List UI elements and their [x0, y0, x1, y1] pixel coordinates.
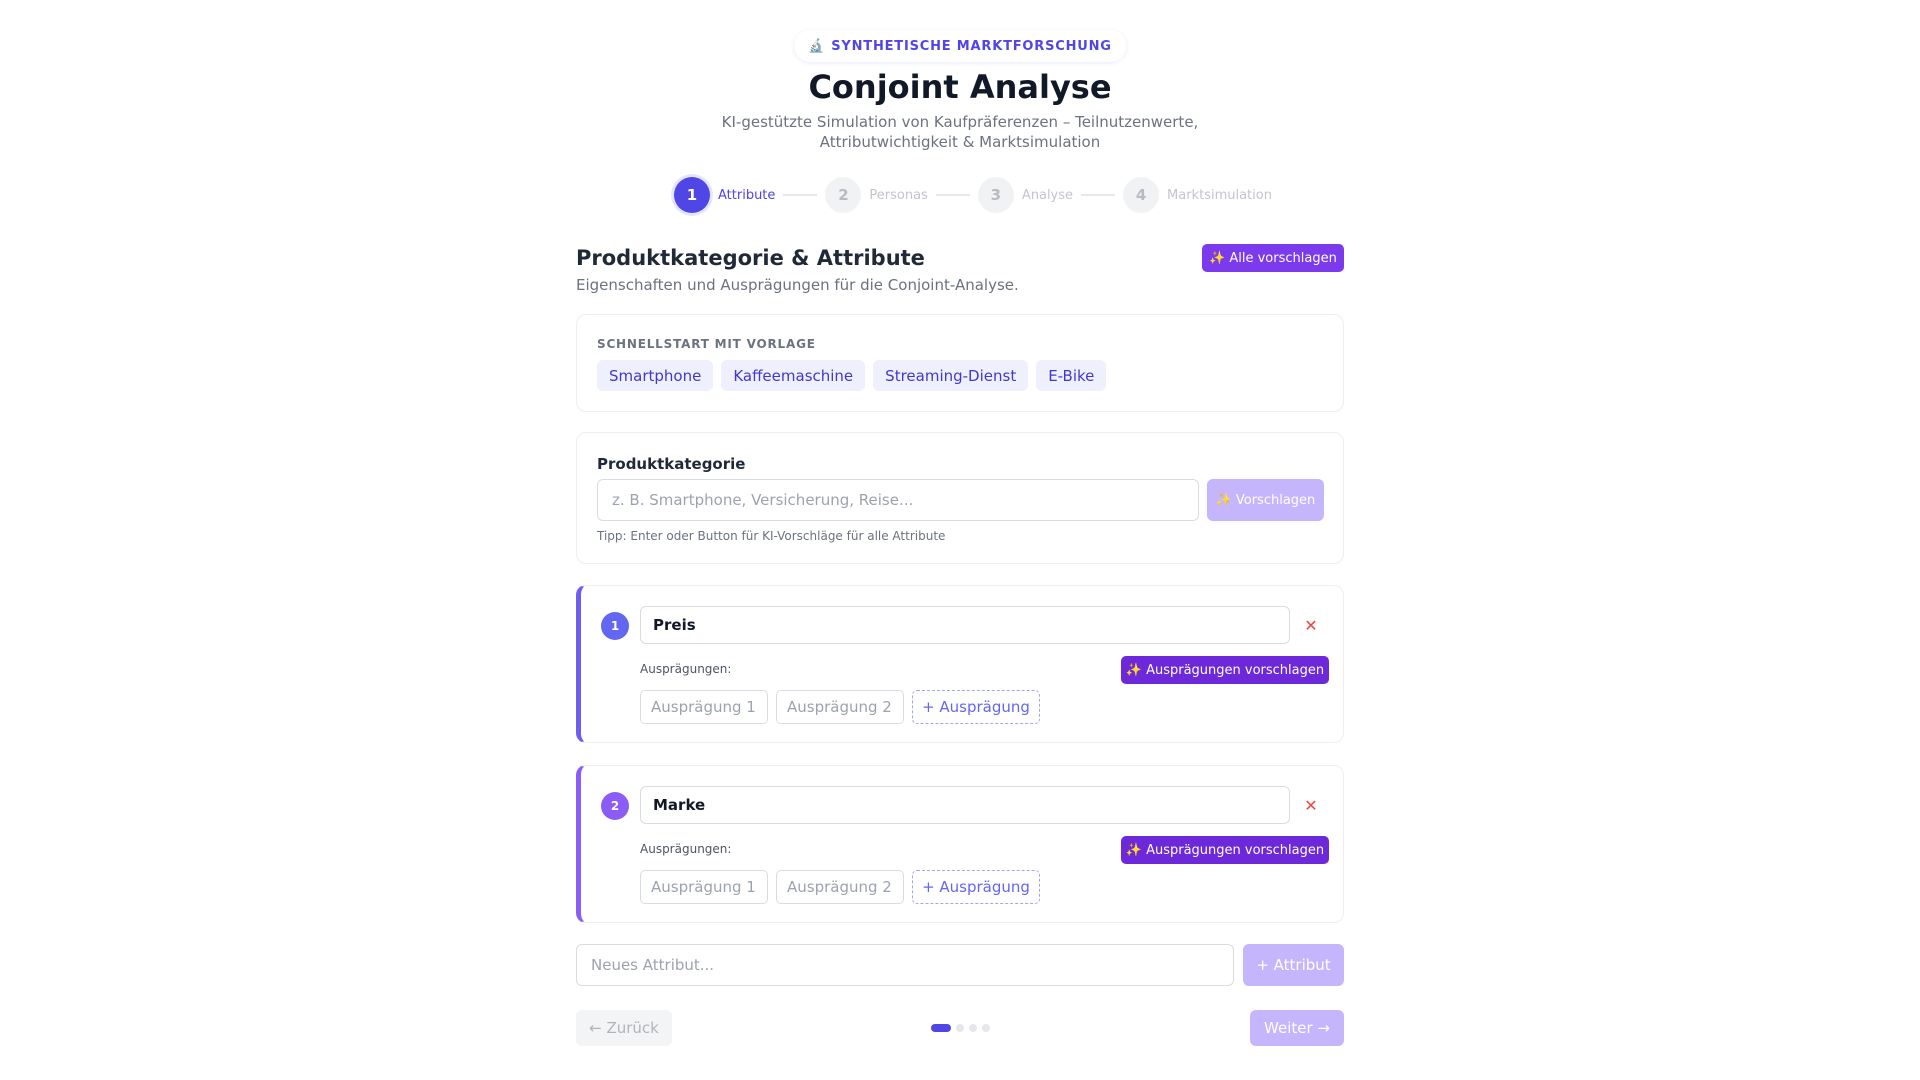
header-badge: 🔬 SYNTHETISCHE MARKTFORSCHUNG [794, 30, 1126, 62]
add-attribute-button[interactable]: + Attribut [1243, 944, 1344, 986]
template-card: SCHNELLSTART MIT VORLAGE Smartphone Kaff… [576, 314, 1344, 412]
attribute-card: 1 Preis ✕ Ausprägungen: ✨ Ausprägungen v… [576, 585, 1344, 743]
stepper: 1 Attribute 2 Personas 3 Analyse 4 Markt… [674, 176, 1272, 214]
step-attribute[interactable]: 1 Attribute [674, 177, 775, 213]
levels-row: Ausprägung 1 Ausprägung 2 + Ausprägung [640, 870, 1040, 904]
sparkle-icon: ✨ [1209, 250, 1226, 266]
step-marktsimulation[interactable]: 4 Marktsimulation [1123, 177, 1272, 213]
conjoint-page: 🔬 SYNTHETISCHE MARKTFORSCHUNG Conjoint A… [0, 0, 1920, 1080]
levels-row: Ausprägung 1 Ausprägung 2 + Ausprägung [640, 690, 1040, 724]
page-dot [969, 1024, 977, 1032]
suggest-all-label: Alle vorschlagen [1229, 250, 1337, 266]
page-dot [982, 1024, 990, 1032]
page-dot [931, 1024, 951, 1032]
level-input[interactable]: Ausprägung 2 [776, 870, 904, 904]
add-level-button[interactable]: + Ausprägung [912, 870, 1040, 904]
close-icon[interactable]: ✕ [1298, 792, 1324, 818]
attribute-number: 2 [601, 792, 629, 820]
template-heading: SCHNELLSTART MIT VORLAGE [597, 337, 816, 351]
step-number: 3 [977, 177, 1014, 213]
step-connector [783, 194, 818, 196]
page-dot [956, 1024, 964, 1032]
suggest-all-button[interactable]: ✨ Alle vorschlagen [1202, 244, 1344, 272]
template-chips: Smartphone Kaffeemaschine Streaming-Dien… [597, 360, 1107, 391]
page-title: Conjoint Analyse [808, 68, 1112, 106]
template-chip-kaffeemaschine[interactable]: Kaffeemaschine [721, 360, 866, 391]
step-label: Personas [869, 187, 928, 203]
category-suggest-label: Vorschlagen [1235, 492, 1316, 508]
step-connector [935, 194, 970, 196]
step-number: 4 [1123, 177, 1160, 213]
category-hint: Tipp: Enter oder Button für KI-Vorschläg… [597, 529, 946, 543]
section-description: Eigenschaften und Ausprägungen für die C… [576, 276, 1019, 294]
add-level-button[interactable]: + Ausprägung [912, 690, 1040, 724]
step-label: Marktsimulation [1167, 187, 1272, 203]
sparkle-icon: ✨ [1125, 662, 1143, 678]
badge-label: SYNTHETISCHE MARKTFORSCHUNG [831, 38, 1112, 54]
step-analyse[interactable]: 3 Analyse [977, 177, 1074, 213]
template-chip-smartphone[interactable]: Smartphone [597, 360, 714, 391]
section-title: Produktkategorie & Attribute [576, 246, 925, 270]
levels-label: Ausprägungen: [640, 662, 732, 676]
new-attribute-input[interactable]: Neues Attribut... [576, 944, 1234, 986]
level-input[interactable]: Ausprägung 2 [776, 690, 904, 724]
microscope-icon: 🔬 [808, 38, 826, 54]
category-card: Produktkategorie z. B. Smartphone, Versi… [576, 432, 1344, 564]
step-label: Attribute [718, 187, 776, 203]
back-button[interactable]: ← Zurück [576, 1010, 672, 1046]
level-input[interactable]: Ausprägung 1 [640, 690, 768, 724]
category-label: Produktkategorie [597, 455, 746, 473]
attribute-card: 2 Marke ✕ Ausprägungen: ✨ Ausprägungen v… [576, 765, 1344, 923]
suggest-levels-label: Ausprägungen vorschlagen [1146, 842, 1325, 858]
suggest-levels-button[interactable]: ✨ Ausprägungen vorschlagen [1121, 836, 1329, 864]
template-chip-ebike[interactable]: E-Bike [1036, 360, 1107, 391]
page-subtitle: KI-gestützte Simulation von Kaufpräferen… [721, 113, 1199, 151]
step-number: 2 [825, 177, 862, 213]
attribute-name-input[interactable]: Preis [640, 606, 1290, 644]
category-suggest-button[interactable]: ✨ Vorschlagen [1207, 479, 1324, 521]
level-input[interactable]: Ausprägung 1 [640, 870, 768, 904]
levels-label: Ausprägungen: [640, 842, 732, 856]
step-number: 1 [674, 177, 710, 213]
page-indicator [931, 1024, 990, 1032]
template-chip-streaming[interactable]: Streaming-Dienst [873, 360, 1029, 391]
attribute-name-input[interactable]: Marke [640, 786, 1290, 824]
suggest-levels-button[interactable]: ✨ Ausprägungen vorschlagen [1121, 656, 1329, 684]
sparkle-icon: ✨ [1215, 492, 1232, 508]
next-button[interactable]: Weiter → [1250, 1010, 1344, 1046]
attribute-number: 1 [601, 612, 629, 640]
step-personas[interactable]: 2 Personas [825, 177, 928, 213]
step-label: Analyse [1021, 187, 1074, 203]
step-connector [1081, 194, 1116, 196]
suggest-levels-label: Ausprägungen vorschlagen [1146, 662, 1325, 678]
sparkle-icon: ✨ [1125, 842, 1143, 858]
category-input[interactable]: z. B. Smartphone, Versicherung, Reise... [597, 479, 1199, 521]
close-icon[interactable]: ✕ [1298, 612, 1324, 638]
